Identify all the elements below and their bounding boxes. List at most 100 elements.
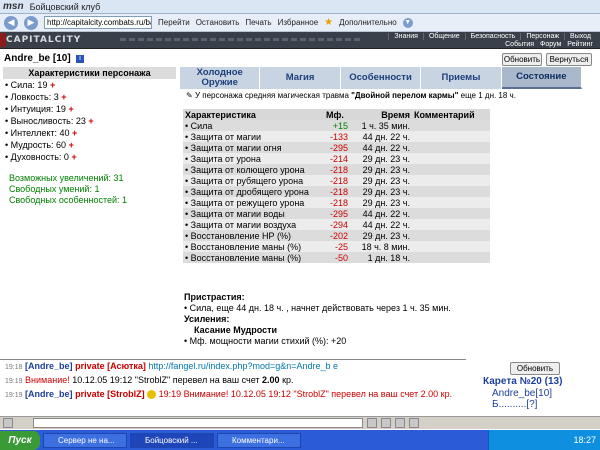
chat-private[interactable]: private [StroblZ]	[75, 389, 145, 399]
cell-comment	[412, 164, 490, 175]
stat-intuition: • Интуиция: 19 +	[3, 103, 176, 115]
forward-arrow-icon[interactable]: ▶	[24, 15, 38, 30]
clear-icon[interactable]	[381, 418, 391, 428]
chat-amount: 2.00	[262, 375, 280, 385]
cell-mf: -218	[324, 186, 350, 197]
smiley-button-icon[interactable]	[395, 418, 405, 428]
cell-comment	[412, 120, 490, 131]
increase-plus-icon[interactable]: +	[71, 152, 76, 162]
system-tray: 18:27	[488, 430, 600, 450]
cell-characteristic: • Защита от урона	[183, 153, 324, 164]
table-row: • Восстановление НР (%) -202 29 дн. 23 ч.	[183, 230, 490, 241]
effects-table: Характеристика Мф. Время Комментарий • С…	[183, 109, 490, 263]
stat-wisdom: • Мудрость: 60 +	[3, 139, 176, 151]
injury-suffix: еще 1 дн. 18 ч.	[458, 91, 516, 100]
injury-prefix: У персонажа средняя магическая травма	[194, 91, 352, 100]
menu-item-chat[interactable]: Общение	[422, 33, 465, 40]
chevron-down-icon[interactable]: ▼	[402, 17, 413, 28]
cell-comment	[412, 142, 490, 153]
menu-item-security[interactable]: Безопасность	[464, 33, 521, 40]
star-icon: ★	[324, 17, 334, 28]
filter-icon[interactable]	[409, 418, 419, 428]
col-characteristic: Характеристика	[183, 109, 324, 120]
tab-magic[interactable]: Магия	[260, 67, 341, 89]
chat-input[interactable]	[33, 418, 363, 428]
back-button[interactable]: Вернуться	[546, 53, 592, 66]
increase-plus-icon[interactable]: +	[68, 104, 73, 114]
tab-state[interactable]: Состояние	[501, 67, 583, 89]
task-item-fightclub[interactable]: Бойцовский ...	[130, 432, 214, 448]
cell-characteristic: • Защита от магии огня	[183, 142, 324, 153]
room-user[interactable]: Б..........[?]	[492, 399, 552, 410]
cell-comment	[412, 252, 490, 263]
col-time: Время	[350, 109, 412, 120]
increase-plus-icon[interactable]: +	[72, 128, 77, 138]
send-icon[interactable]	[367, 418, 377, 428]
tab-melee-weapons[interactable]: Холодное Оружие	[180, 67, 261, 89]
cell-time: 29 дн. 23 ч.	[350, 186, 412, 197]
cell-comment	[412, 153, 490, 164]
table-row: • Защита от магии воды -295 44 дн. 22 ч.	[183, 208, 490, 219]
chat-time: 19:19	[5, 392, 23, 399]
cell-characteristic: • Сила	[183, 120, 324, 131]
site-header: CAPITALCITY Знания Общение Безопасность …	[0, 32, 600, 49]
table-row: • Восстановление маны (%) -50 1 дн. 18 ч.	[183, 252, 490, 263]
cell-mf: -50	[324, 252, 350, 263]
increase-plus-icon[interactable]: +	[88, 116, 93, 126]
room-panel: Обновить Карета №20 (13) Andre_be[10] Б.…	[472, 359, 600, 415]
menu-item-forum[interactable]: Форум	[537, 41, 564, 48]
address-bar[interactable]: http://capitalcity.combats.ru/batt	[44, 16, 152, 29]
cell-characteristic: • Защита от колющего урона	[183, 164, 324, 175]
task-item-comments[interactable]: Комментари...	[217, 432, 301, 448]
injury-name: "Двойной перелом кармы"	[351, 91, 459, 100]
stop-button[interactable]: Остановить	[196, 18, 240, 27]
site-brand[interactable]: CAPITALCITY	[6, 35, 81, 45]
chat-private[interactable]: private [Асютка]	[75, 361, 146, 371]
chat-link[interactable]: http://fangel.ru/index.php?mod=g&n=Andre…	[148, 361, 338, 371]
increases-count: Возможных увеличений: 31	[9, 173, 124, 183]
cell-comment	[412, 186, 490, 197]
menu-item-exit[interactable]: Выход	[564, 33, 596, 40]
more-button[interactable]: Дополнительно	[339, 18, 397, 27]
increase-plus-icon[interactable]: +	[50, 80, 55, 90]
stat-endurance: • Выносливость: 23 +	[3, 115, 176, 127]
go-button[interactable]: Перейти	[158, 18, 190, 27]
cell-characteristic: • Восстановление маны (%)	[183, 252, 324, 263]
info-icon[interactable]: i	[76, 55, 84, 63]
menu-item-knowledge[interactable]: Знания	[388, 33, 423, 40]
back-arrow-icon[interactable]: ◀	[4, 15, 18, 30]
cell-characteristic: • Защита от дробящего урона	[183, 186, 324, 197]
usilenia-text: • Мф. мощности магии стихий (%): +20	[184, 336, 347, 346]
room-user-list: Andre_be[10] Б..........[?]	[492, 388, 552, 410]
print-button[interactable]: Печать	[245, 18, 271, 27]
increase-plus-icon[interactable]: +	[69, 140, 74, 150]
cell-time: 29 дн. 23 ч.	[350, 153, 412, 164]
cell-time: 1 ч. 35 мин.	[350, 120, 412, 131]
cell-mf: -25	[324, 241, 350, 252]
tab-features[interactable]: Особенности	[340, 67, 422, 89]
cell-characteristic: • Восстановление НР (%)	[183, 230, 324, 241]
menu-item-events[interactable]: События	[502, 41, 537, 48]
window-title-bar: msn Бойцовский клуб	[0, 0, 600, 14]
chat-nick[interactable]: [Andre_be]	[25, 389, 73, 399]
chat-refresh-button[interactable]: Обновить	[510, 362, 560, 375]
start-button[interactable]: Пуск	[0, 430, 40, 450]
increase-plus-icon[interactable]: +	[61, 92, 66, 102]
refresh-button[interactable]: Обновить	[502, 53, 542, 66]
chat-nick[interactable]: [Andre_be]	[25, 361, 73, 371]
menu-item-character[interactable]: Персонаж	[520, 33, 564, 40]
chat-menu-icon[interactable]	[3, 418, 13, 428]
stat-label: • Интуиция: 19	[5, 104, 66, 114]
free-skills-count: Свободных умений: 1	[9, 184, 100, 194]
menu-item-rating[interactable]: Рейтинг	[564, 41, 596, 48]
chat-log: 19:18 [Andre_be] private [Асютка] http:/…	[0, 359, 466, 415]
tab-techniques[interactable]: Приемы	[421, 67, 502, 89]
stats-title: Характеристики персонажа	[3, 67, 176, 79]
favorites-button[interactable]: Избранное	[278, 18, 319, 27]
table-row: • Сила +15 1 ч. 35 мин.	[183, 120, 490, 131]
stat-agility: • Ловкость: 3 +	[3, 91, 176, 103]
room-user[interactable]: Andre_be[10]	[492, 388, 552, 399]
cell-mf: -218	[324, 164, 350, 175]
msn-logo: msn	[3, 1, 24, 12]
task-item-server[interactable]: Сервер не на...	[43, 432, 127, 448]
